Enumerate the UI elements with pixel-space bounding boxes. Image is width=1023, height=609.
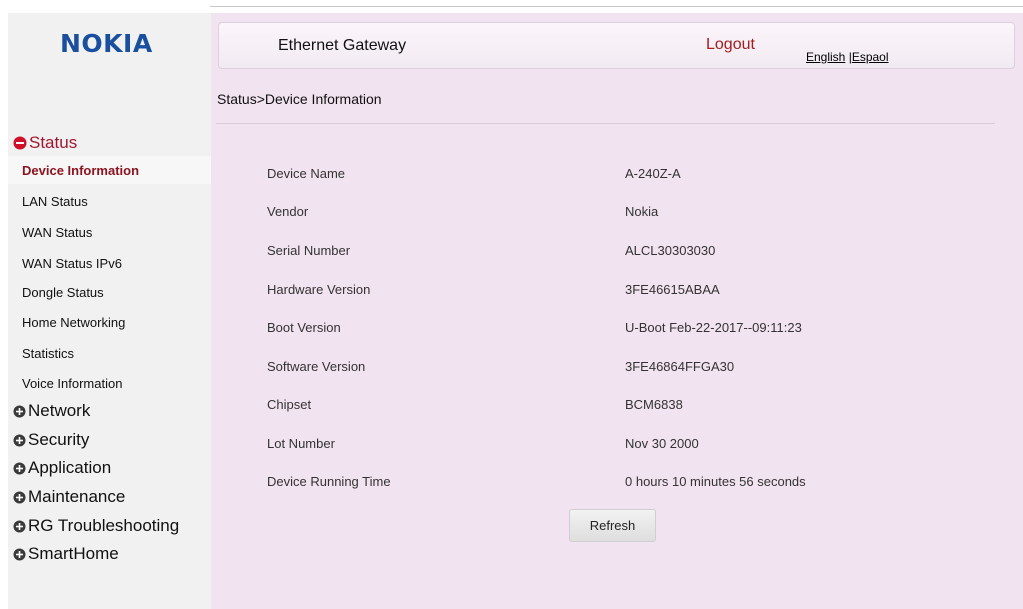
info-label-software-version: Software Version	[267, 359, 366, 374]
info-label-lot-number: Lot Number	[267, 436, 335, 451]
info-label-boot-version: Boot Version	[267, 320, 341, 335]
sidebar-section-label: Network	[28, 401, 91, 420]
sidebar-section-application[interactable]: Application	[13, 456, 111, 480]
sidebar-section-label: Maintenance	[28, 487, 126, 506]
sidebar-item-dongle-status[interactable]: Dongle Status	[8, 278, 211, 306]
sidebar-section-label: Security	[28, 430, 90, 449]
info-value-device-running-time: 0 hours 10 minutes 56 seconds	[625, 474, 806, 489]
top-border	[210, 6, 1023, 7]
sidebar-section-security[interactable]: Security	[13, 428, 89, 452]
header-bar: Ethernet Gateway Logout English |Espaol	[218, 22, 1015, 69]
info-label-device-name: Device Name	[267, 166, 346, 181]
plus-circle-icon	[13, 520, 26, 533]
sidebar-section-label: SmartHome	[28, 544, 119, 563]
sidebar-section-rg-troubleshooting[interactable]: RG Troubleshooting	[13, 514, 179, 538]
breadcrumb: Status>Device Information	[217, 91, 382, 107]
info-label-hardware-version: Hardware Version	[267, 282, 371, 297]
sidebar-section-network[interactable]: Network	[13, 399, 90, 423]
info-value-lot-number: Nov 30 2000	[625, 436, 699, 451]
logout-link[interactable]: Logout	[706, 36, 755, 54]
plus-circle-icon	[13, 405, 26, 418]
plus-circle-icon	[13, 548, 26, 561]
sidebar-section-label: Status	[29, 133, 78, 152]
sidebar: NOKIA Status Device Information LAN Stat…	[8, 13, 211, 609]
divider	[216, 123, 995, 124]
plus-circle-icon	[13, 491, 26, 504]
sidebar-item-statistics[interactable]: Statistics	[8, 339, 211, 367]
info-label-serial-number: Serial Number	[267, 243, 351, 258]
main-content: Ethernet Gateway Logout English |Espaol …	[211, 13, 1023, 609]
app-title: Ethernet Gateway	[278, 37, 407, 54]
info-value-boot-version: U-Boot Feb-22-2017--09:11:23	[625, 320, 802, 335]
info-label-vendor: Vendor	[267, 204, 309, 219]
info-value-software-version: 3FE46864FFGA30	[625, 359, 735, 374]
info-label-chipset: Chipset	[267, 397, 312, 412]
info-value-hardware-version: 3FE46615ABAA	[625, 282, 720, 297]
sidebar-section-status[interactable]: Status	[13, 131, 77, 155]
sidebar-section-smarthome[interactable]: SmartHome	[13, 542, 119, 566]
language-switcher: English |Espaol	[806, 50, 889, 64]
sidebar-section-label: RG Troubleshooting	[28, 516, 180, 535]
sidebar-section-maintenance[interactable]: Maintenance	[13, 485, 125, 509]
nokia-logo: NOKIA	[60, 29, 153, 58]
info-value-serial-number: ALCL30303030	[625, 243, 716, 258]
minus-circle-icon	[13, 136, 27, 150]
sidebar-item-wan-status[interactable]: WAN Status	[8, 218, 211, 246]
info-value-chipset: BCM6838	[625, 397, 683, 412]
lang-english-link[interactable]: English	[806, 50, 845, 64]
info-value-device-name: A-240Z-A	[625, 166, 681, 181]
sidebar-item-voice-information[interactable]: Voice Information	[8, 369, 211, 397]
plus-circle-icon	[13, 434, 26, 447]
sidebar-section-label: Application	[28, 458, 112, 477]
sidebar-item-home-networking[interactable]: Home Networking	[8, 308, 211, 336]
plus-circle-icon	[13, 462, 26, 475]
lang-spanish-link[interactable]: Espaol	[852, 50, 889, 64]
refresh-button[interactable]: Refresh	[569, 509, 656, 542]
sidebar-item-lan-status[interactable]: LAN Status	[8, 187, 211, 215]
sidebar-item-device-information[interactable]: Device Information	[8, 156, 211, 184]
info-value-vendor: Nokia	[625, 204, 659, 219]
sidebar-item-wan-status-ipv6[interactable]: WAN Status IPv6	[8, 249, 211, 277]
info-label-device-running-time: Device Running Time	[267, 474, 391, 489]
